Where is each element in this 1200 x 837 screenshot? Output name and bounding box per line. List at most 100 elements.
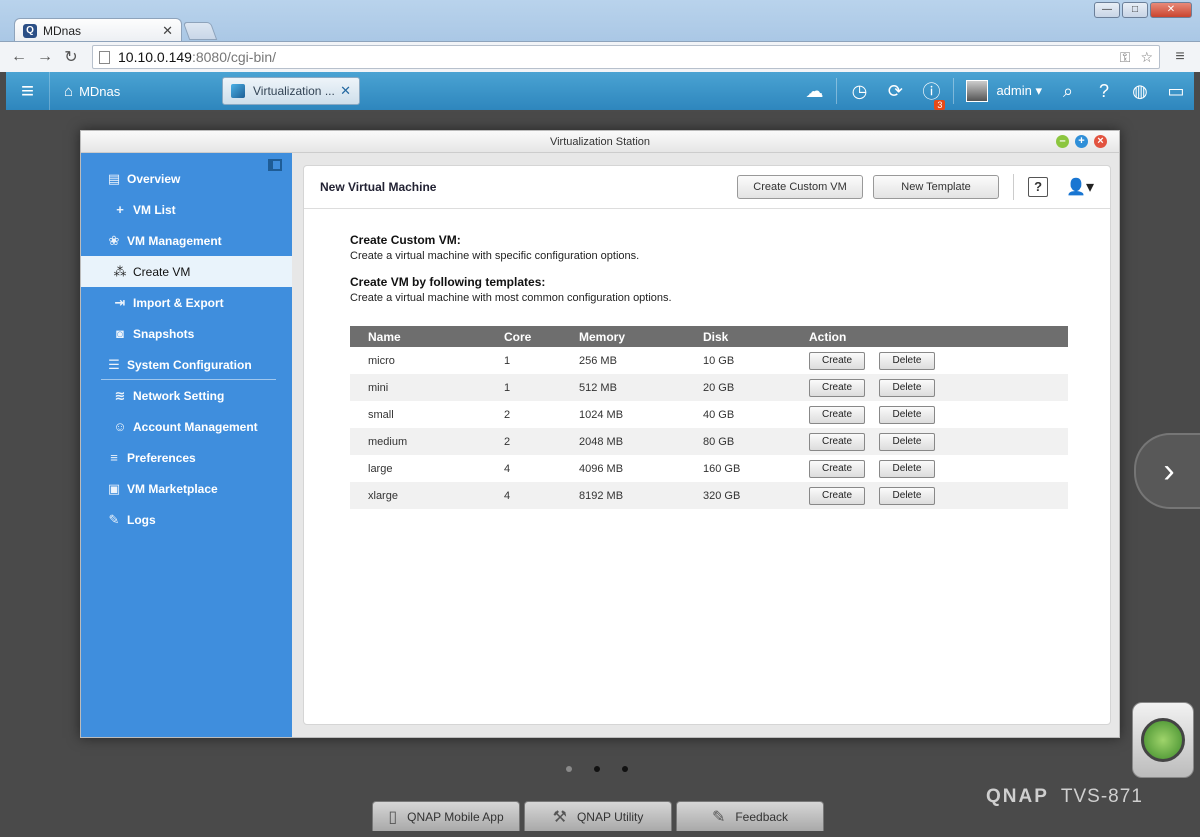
browser-toolbar: ← → ↻ 10.10.0.149:8080/cgi-bin/ ⚿ ☆ ≡ [0, 41, 1200, 72]
help-icon[interactable]: ? [1086, 81, 1122, 102]
template-disk: 320 GB [703, 482, 809, 509]
sidebar-item-account-management[interactable]: ☺ Account Management [81, 411, 292, 442]
delete-button[interactable]: Delete [879, 432, 935, 451]
info-icon[interactable]: ⓘ 3 [913, 78, 949, 110]
sidebar-item-label: Import & Export [133, 295, 224, 310]
address-bar[interactable]: 10.10.0.149:8080/cgi-bin/ ⚿ ☆ [92, 45, 1160, 69]
template-core: 1 [504, 374, 579, 401]
sidebar-item-logs[interactable]: ✎ Logs [81, 504, 292, 535]
window-title-bar: Virtualization Station – + × [81, 131, 1119, 153]
globe-icon[interactable]: ◍ [1122, 81, 1158, 102]
delete-button[interactable]: Delete [879, 378, 935, 397]
sidebar-item-preferences[interactable]: ≡ Preferences [81, 442, 292, 473]
maximize-button[interactable]: □ [1122, 2, 1148, 18]
dock-feedback[interactable]: ✎ Feedback [676, 801, 824, 831]
sidebar-item-overview[interactable]: ▤ Overview [81, 163, 292, 194]
template-core: 4 [504, 462, 511, 475]
template-actions: Create Delete [809, 482, 1068, 509]
template-name: medium [350, 428, 504, 455]
dock-qnap-mobile-app[interactable]: ▯ QNAP Mobile App [372, 801, 520, 831]
cloud-icon[interactable]: ☁ [796, 81, 832, 102]
template-description: Create a virtual machine with most commo… [350, 292, 672, 304]
edit-icon: ✎ [711, 808, 726, 826]
template-disk: 40 GB [703, 408, 735, 421]
page-dot[interactable] [622, 766, 628, 772]
clock-icon[interactable]: ◷ [841, 81, 877, 102]
sidebar-item-label: System Configuration [127, 357, 252, 372]
new-tab-button[interactable] [182, 22, 218, 40]
key-icon[interactable]: ⚿ [1120, 49, 1131, 66]
create-button[interactable]: Create [809, 459, 865, 478]
avatar[interactable] [966, 80, 989, 102]
reload-icon[interactable]: ↻ [60, 47, 82, 67]
sidebar-item-label: Overview [127, 171, 181, 186]
sidebar-item-label: Snapshots [133, 326, 195, 341]
hammer-icon: ⚒ [552, 808, 567, 826]
dock-label: QNAP Utility [576, 809, 644, 824]
star-icon[interactable]: ☆ [1140, 49, 1153, 66]
menu-icon[interactable]: ≡ [1168, 48, 1192, 66]
monitor-icon[interactable]: ▭ [1158, 81, 1194, 102]
delete-button[interactable]: Delete [879, 351, 935, 370]
close-icon[interactable]: × [1094, 135, 1107, 148]
dashboard-gauge-widget[interactable] [1132, 702, 1194, 778]
search-icon[interactable]: ⌕ [1050, 81, 1086, 102]
sidebar-item-import-export[interactable]: ⇥ Import & Export [81, 287, 292, 318]
minimize-button[interactable]: — [1094, 2, 1120, 18]
home-button[interactable]: ⌂ MDnas [64, 83, 120, 100]
sidebar-item-system-configuration[interactable]: ☰ System Configuration [81, 349, 292, 380]
create-button[interactable]: Create [809, 405, 865, 424]
sidebar-item-label: Create VM [133, 264, 191, 279]
sliders-icon: ☰ [108, 356, 120, 372]
help-button[interactable]: ? [1028, 177, 1049, 197]
maximize-icon[interactable]: + [1075, 135, 1088, 148]
sidebar-item-vm-management[interactable]: ❀ VM Management [81, 225, 292, 256]
new-template-button[interactable]: New Template [873, 175, 1000, 199]
camera-icon: ◙ [116, 326, 124, 341]
brand-logo: QNAP TVS-871 [986, 786, 1143, 808]
close-icon[interactable]: ✕ [340, 83, 351, 99]
table-row: medium 2 2048 MB 80 GB Create Delete [350, 428, 1068, 455]
template-memory: 4096 MB [579, 462, 624, 475]
sidebar-item-vm-list[interactable]: + VM List [81, 194, 292, 225]
back-arrow-icon[interactable]: ← [8, 48, 30, 66]
create-button[interactable]: Create [809, 378, 865, 397]
sidebar-item-vm-marketplace[interactable]: ▣ VM Marketplace [81, 473, 292, 504]
close-icon[interactable]: ✕ [162, 23, 173, 39]
minimize-icon[interactable]: – [1056, 135, 1069, 148]
next-page-chevron-icon[interactable]: › [1134, 433, 1200, 509]
close-window-button[interactable]: ✕ [1150, 2, 1192, 18]
table-row: small 2 1024 MB 40 GB Create Delete [350, 401, 1068, 428]
forward-arrow-icon[interactable]: → [34, 48, 56, 66]
browser-tab[interactable]: Q MDnas ✕ [14, 18, 182, 42]
delete-button[interactable]: Delete [879, 486, 935, 505]
delete-button[interactable]: Delete [879, 405, 935, 424]
delete-button[interactable]: Delete [879, 459, 935, 478]
table-row: xlarge 4 8192 MB 320 GB Create Delete [350, 482, 1068, 509]
user-menu[interactable]: admin ▾ [996, 83, 1042, 99]
sync-icon[interactable]: ⟳ [877, 81, 913, 102]
url-host: 10.10.0.149 [118, 49, 192, 65]
sidebar-item-label: Network Setting [133, 388, 225, 403]
sidebar-item-network-setting[interactable]: ≋ Network Setting [81, 380, 292, 411]
hamburger-menu-icon[interactable]: ≡ [6, 72, 50, 110]
user-dropdown-icon[interactable]: 👤▾ [1066, 177, 1094, 197]
divider [836, 78, 838, 104]
create-button[interactable]: Create [809, 351, 865, 370]
virtualization-app-tab[interactable]: Virtualization ... ✕ [222, 77, 360, 105]
template-core: 4 [504, 482, 579, 509]
template-disk: 80 GB [703, 428, 809, 455]
page-dot[interactable] [566, 766, 572, 772]
page-dot[interactable] [594, 766, 600, 772]
create-button[interactable]: Create [809, 432, 865, 451]
qts-top-actions: ☁ ◷ ⟳ ⓘ 3 admin ▾ ⌕ ? ◍ ▭ [796, 72, 1194, 110]
create-custom-vm-button[interactable]: Create Custom VM [737, 175, 864, 199]
template-core: 2 [504, 408, 511, 421]
create-button[interactable]: Create [809, 486, 865, 505]
sidebar-item-create-vm[interactable]: ⁂ Create VM [81, 256, 292, 287]
sidebar-item-snapshots[interactable]: ◙ Snapshots [81, 318, 292, 349]
template-memory: 2048 MB [579, 428, 703, 455]
template-name: micro [368, 354, 395, 367]
template-actions: Create Delete [809, 347, 1068, 374]
dock-qnap-utility[interactable]: ⚒ QNAP Utility [524, 801, 672, 831]
